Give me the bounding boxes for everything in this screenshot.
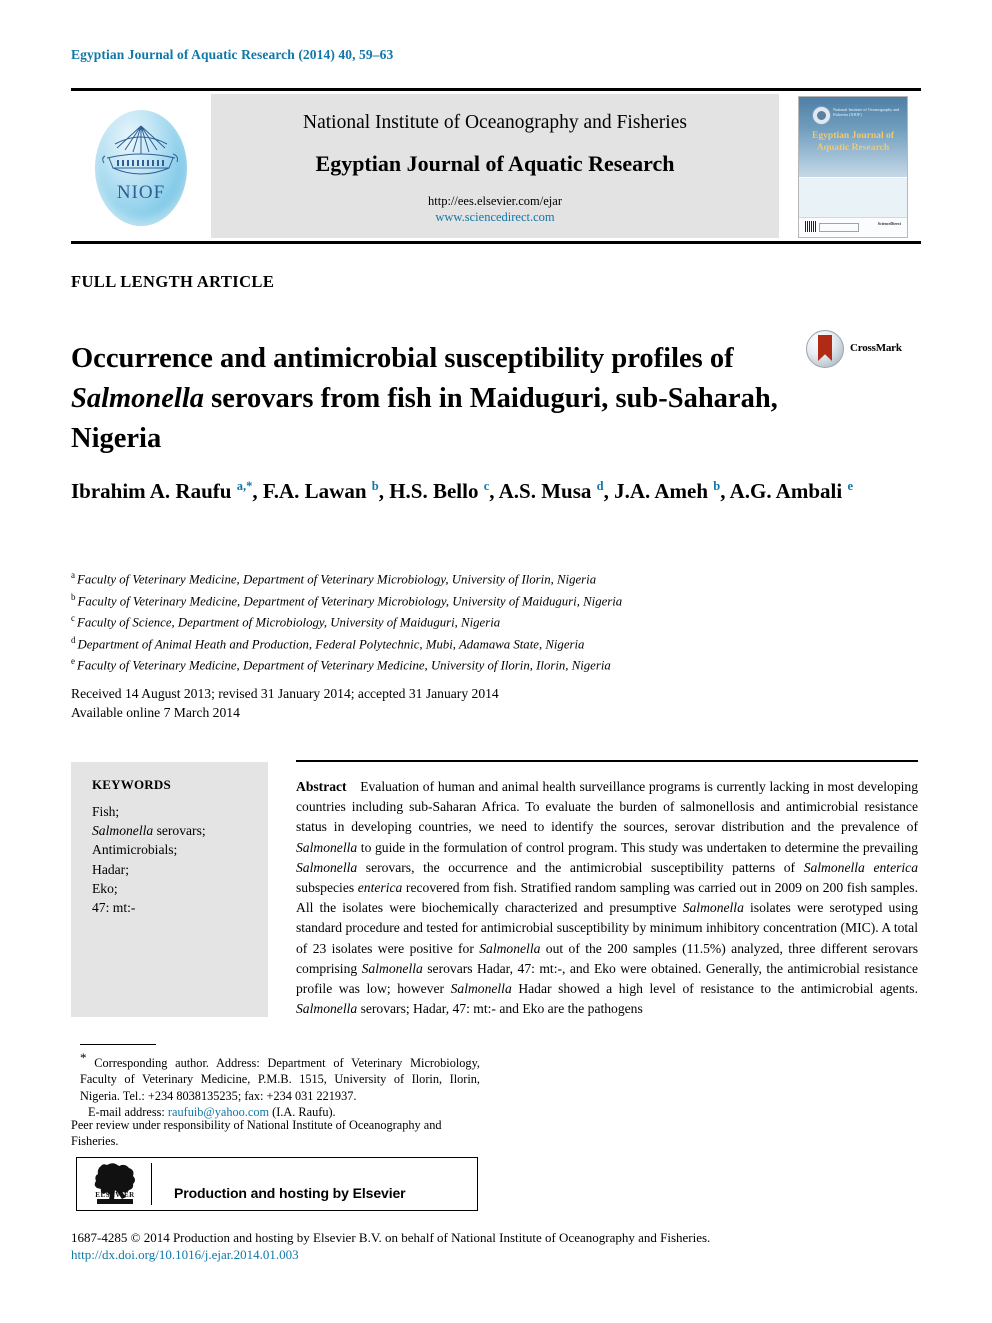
author-name: Ibrahim A. Raufu <box>71 479 237 503</box>
abstract-rule <box>296 760 918 762</box>
corresponding-author-asterisk: * <box>80 1050 87 1065</box>
copyright-line: 1687-4285 © 2014 Production and hosting … <box>71 1230 711 1245</box>
cover-seal-icon <box>812 106 831 125</box>
abstract-text: Abstract Evaluation of human and animal … <box>296 777 918 1019</box>
title-part-1: Occurrence and antimicrobial susceptibil… <box>71 343 734 375</box>
keyword-item[interactable]: Hadar; <box>92 860 206 879</box>
abstract-label: Abstract <box>296 779 347 794</box>
cover-publisher: ScienceDirect <box>877 221 901 226</box>
masthead-inner: NIOF National Institute of Oceanography … <box>71 94 921 238</box>
cover-mid-band <box>799 177 907 218</box>
cover-journal-title: Egyptian Journal of Aquatic Research <box>811 130 895 153</box>
available-online-date: Available online 7 March 2014 <box>71 705 240 720</box>
doi-link[interactable]: http://dx.doi.org/10.1016/j.ejar.2014.01… <box>71 1247 299 1263</box>
affiliation-text: Faculty of Veterinary Medicine, Departme… <box>77 658 611 673</box>
keywords-heading: KEYWORDS <box>92 777 171 792</box>
niof-ship-icon <box>102 125 178 175</box>
sciencedirect-url[interactable]: www.sciencedirect.com <box>211 210 779 225</box>
affiliation-item: a Faculty of Veterinary Medicine, Departm… <box>71 567 901 589</box>
page-title: Occurrence and antimicrobial susceptibil… <box>71 339 791 459</box>
author-name: A.G. Ambali <box>729 479 848 503</box>
author-affiliation-mark[interactable]: c <box>484 479 490 493</box>
cover-isbn-box <box>819 223 859 232</box>
author-name: A.S. Musa <box>498 479 597 503</box>
affiliation-item: b Faculty of Veterinary Medicine, Departm… <box>71 589 901 611</box>
affiliation-item: d Department of Animal Heath and Producti… <box>71 632 901 654</box>
author-affiliation-mark[interactable]: e <box>847 479 853 493</box>
crossmark-ribbon-icon <box>818 335 832 361</box>
corresponding-author-note: * Corresponding author. Address: Departm… <box>80 1050 480 1120</box>
submission-url[interactable]: http://ees.elsevier.com/ejar <box>211 194 779 209</box>
keyword-item[interactable]: Antimicrobials; <box>92 840 206 859</box>
crossmark-badge[interactable]: CrossMark <box>806 330 916 370</box>
keywords-list: Fish; Salmonella serovars; Antimicrobials;… <box>92 802 206 917</box>
author-name: F.A. Lawan <box>262 479 372 503</box>
keyword-item[interactable]: Eko; <box>92 879 206 898</box>
affiliation-text: Faculty of Veterinary Medicine, Departme… <box>77 593 623 608</box>
received-dates: Received 14 August 2013; revised 31 Janu… <box>71 686 499 701</box>
title-part-italic: Salmonella <box>71 383 205 415</box>
affiliation-list: a Faculty of Veterinary Medicine, Departm… <box>71 567 901 675</box>
masthead-center-panel: National Institute of Oceanography and F… <box>211 94 779 238</box>
affiliation-item: e Faculty of Veterinary Medicine, Departm… <box>71 653 901 675</box>
footnote-rule <box>80 1044 156 1045</box>
cover-top-band: National Institute of Oceanography and F… <box>799 97 907 177</box>
author-list: Ibrahim A. Raufu a,*, F.A. Lawan b, H.S.… <box>71 479 853 503</box>
production-box-divider <box>151 1163 152 1205</box>
niof-logo: NIOF <box>87 104 195 232</box>
journal-cover-thumbnail: National Institute of Oceanography and F… <box>798 96 908 238</box>
crossmark-label: CrossMark <box>850 342 902 354</box>
author-affiliation-mark[interactable]: b <box>713 479 720 493</box>
peer-review-note: Peer review under responsibility of Nati… <box>71 1118 442 1149</box>
affiliation-text: Faculty of Veterinary Medicine, Departme… <box>77 572 597 587</box>
keyword-item[interactable]: Salmonella serovars; <box>92 821 206 840</box>
elsevier-tree-icon <box>94 1163 135 1204</box>
cover-org-line: National Institute of Oceanography and F… <box>833 107 900 118</box>
affiliation-text: Faculty of Science, Department of Microb… <box>77 615 501 630</box>
keyword-item[interactable]: 47: mt:- <box>92 898 206 917</box>
affiliation-item: c Faculty of Science, Department of Micro… <box>71 610 901 632</box>
publisher-institute: National Institute of Oceanography and F… <box>303 112 687 133</box>
production-hosting-box: ELSEVIER Production and hosting by Elsev… <box>76 1157 478 1211</box>
corresponding-author-address: Corresponding author. Address: Departmen… <box>80 1056 480 1103</box>
abstract-body: Evaluation of human and animal health su… <box>296 779 918 1017</box>
cover-barcode-icon <box>805 221 817 232</box>
niof-logo-text: NIOF <box>116 182 166 203</box>
keywords-box: KEYWORDS Fish; Salmonella serovars; Antimi… <box>71 762 268 1017</box>
keyword-item[interactable]: Fish; <box>92 802 206 821</box>
journal-title: Egyptian Journal of Aquatic Research <box>315 151 675 176</box>
author-affiliation-mark[interactable]: a,* <box>237 479 253 493</box>
article-page: Egyptian Journal of Aquatic Research (20… <box>0 0 992 1323</box>
affiliation-text: Department of Animal Heath and Productio… <box>77 636 585 651</box>
author-affiliation-mark[interactable]: d <box>597 479 604 493</box>
author-name: H.S. Bello <box>389 479 484 503</box>
author-name: J.A. Ameh <box>614 479 714 503</box>
production-hosting-label: Production and hosting by Elsevier <box>174 1185 406 1201</box>
elsevier-wordmark: ELSEVIER <box>95 1191 135 1199</box>
publication-dates: Received 14 August 2013; revised 31 Janu… <box>71 684 901 722</box>
author-affiliation-mark[interactable]: b <box>372 479 379 493</box>
journal-masthead: NIOF National Institute of Oceanography … <box>71 88 921 244</box>
running-head: Egyptian Journal of Aquatic Research (20… <box>71 47 394 62</box>
article-type-label: FULL LENGTH ARTICLE <box>71 272 275 291</box>
crossmark-disc-icon <box>806 330 844 368</box>
